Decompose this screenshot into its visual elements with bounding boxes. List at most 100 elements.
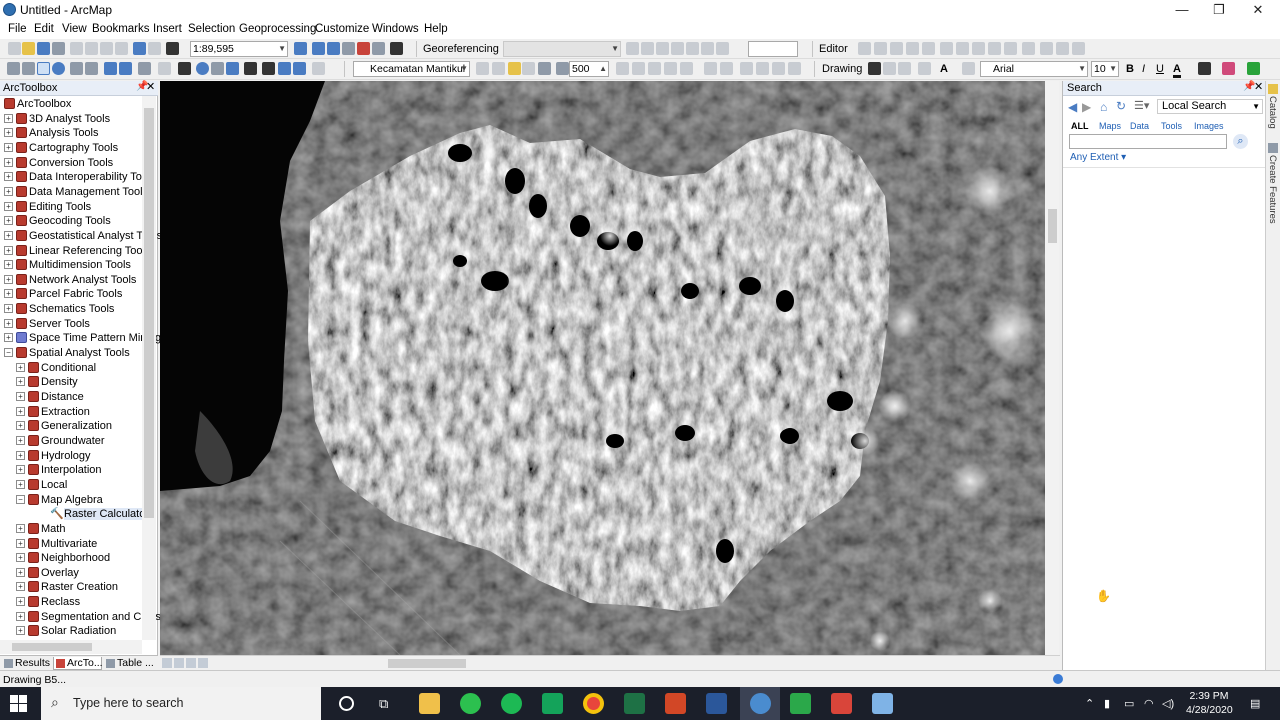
pan-icon[interactable]	[37, 62, 50, 75]
flicker-icon[interactable]	[492, 62, 505, 75]
file-explorer-icon[interactable]	[419, 693, 440, 714]
time-slider-icon[interactable]	[312, 62, 325, 75]
menu-help[interactable]: Help	[424, 23, 448, 35]
expand-toggle-icon[interactable]: +	[4, 128, 13, 138]
options-icon[interactable]: ☰▾	[1134, 99, 1149, 112]
select-features-icon[interactable]	[138, 62, 151, 75]
expand-toggle-icon[interactable]: +	[4, 245, 13, 255]
expand-toggle-icon[interactable]: −	[4, 348, 13, 358]
menu-windows[interactable]: Windows	[372, 23, 419, 35]
create-features-tab[interactable]: Create Features	[1267, 155, 1278, 224]
link-table-icon[interactable]	[686, 42, 699, 55]
taskbar-clock[interactable]: 2:39 PM 4/28/2020	[1186, 689, 1233, 717]
delete-icon[interactable]	[115, 42, 128, 55]
topology-icon[interactable]	[1072, 42, 1085, 55]
rectangle-icon[interactable]	[918, 62, 931, 75]
straight-segment-icon[interactable]	[890, 42, 903, 55]
advanced-edit-icon[interactable]	[704, 62, 717, 75]
font-name-combo[interactable]: Arial ▼	[980, 61, 1088, 77]
close-button[interactable]: ✕	[1238, 0, 1278, 20]
rotate-edit-icon[interactable]	[956, 42, 969, 55]
attributes-icon[interactable]	[972, 42, 985, 55]
arccatalog-icon[interactable]	[872, 693, 893, 714]
line-color-icon[interactable]	[1222, 62, 1235, 75]
expand-toggle-icon[interactable]: +	[4, 113, 13, 123]
word-icon[interactable]	[706, 693, 727, 714]
category-maps[interactable]: Maps	[1099, 121, 1121, 131]
expand-toggle-icon[interactable]: +	[4, 186, 13, 196]
font-color-button[interactable]: A	[1173, 63, 1181, 78]
expand-toggle-icon[interactable]: +	[4, 289, 13, 299]
transparency-icon[interactable]	[522, 62, 535, 75]
forward-extent-icon[interactable]	[119, 62, 132, 75]
select-elements-draw-icon[interactable]	[868, 62, 881, 75]
map-scale-combo[interactable]: 1:89,595 ▼	[190, 41, 288, 57]
georeferencing-layer-combo[interactable]: ▼	[503, 41, 621, 57]
zoom-out-icon[interactable]	[22, 62, 35, 75]
category-images[interactable]: Images	[1194, 121, 1224, 131]
arcmap-icon[interactable]	[750, 693, 771, 714]
powerpoint-icon[interactable]	[665, 693, 686, 714]
map-vertical-scrollbar[interactable]	[1045, 81, 1059, 655]
close-panel-icon[interactable]: ✕	[146, 80, 155, 93]
search-go-icon[interactable]: ⌕	[1233, 134, 1248, 149]
georef-input-box[interactable]	[748, 41, 798, 57]
map-display[interactable]	[160, 81, 1045, 655]
menu-bookmarks[interactable]: Bookmarks	[92, 23, 150, 35]
resolution-icon[interactable]	[556, 62, 569, 75]
create-features-icon[interactable]	[1268, 143, 1278, 153]
expand-toggle-icon[interactable]: +	[4, 142, 13, 152]
go-to-xy-icon[interactable]	[293, 62, 306, 75]
cortana-icon[interactable]	[339, 696, 354, 711]
create-features-icon[interactable]	[1004, 42, 1017, 55]
camtasia-recorder-icon[interactable]	[790, 693, 811, 714]
rotate-draw-icon[interactable]	[883, 62, 896, 75]
html-popup-icon[interactable]	[226, 62, 239, 75]
new-document-icon[interactable]	[8, 42, 21, 55]
expand-toggle-icon[interactable]: +	[16, 553, 25, 563]
pause-drawing-icon[interactable]	[198, 658, 208, 668]
expand-toggle-icon[interactable]: +	[16, 597, 25, 607]
expand-toggle-icon[interactable]: +	[16, 582, 25, 592]
georeferencing-menu[interactable]: Georeferencing	[423, 43, 499, 55]
task-view-icon[interactable]: ⧉	[379, 696, 388, 712]
search-input[interactable]	[1069, 134, 1227, 149]
hyperlink-icon[interactable]	[211, 62, 224, 75]
reshape-icon[interactable]	[1040, 42, 1053, 55]
expand-toggle-icon[interactable]: +	[16, 450, 25, 460]
cut-polygons-icon[interactable]	[1056, 42, 1069, 55]
new-text-icon[interactable]	[962, 62, 975, 75]
expand-toggle-icon[interactable]: +	[16, 435, 25, 445]
catalog-window-icon[interactable]	[327, 42, 340, 55]
redo-icon[interactable]	[148, 42, 161, 55]
measure-icon[interactable]	[244, 62, 257, 75]
expand-toggle-icon[interactable]: +	[4, 172, 13, 182]
camtasia-editor-icon[interactable]	[831, 693, 852, 714]
scale-icon[interactable]	[656, 42, 669, 55]
model-builder-icon[interactable]	[390, 42, 403, 55]
table-of-contents-icon[interactable]	[312, 42, 325, 55]
editor-menu[interactable]: Editor	[819, 43, 848, 55]
forward-arrow-icon[interactable]: ▶	[1082, 100, 1091, 114]
taskbar-search-box[interactable]: ⌕ Type here to search	[41, 687, 321, 720]
menu-file[interactable]: File	[8, 23, 27, 35]
expand-toggle-icon[interactable]: +	[16, 377, 25, 387]
expand-toggle-icon[interactable]: +	[16, 567, 25, 577]
home-icon[interactable]: ⌂	[1100, 100, 1107, 114]
expand-toggle-icon[interactable]: +	[4, 274, 13, 284]
save-icon[interactable]	[37, 42, 50, 55]
add-data-icon[interactable]	[166, 42, 179, 55]
control-points-icon[interactable]	[671, 42, 684, 55]
arctoolbox-icon[interactable]	[357, 42, 370, 55]
menu-view[interactable]: View	[62, 23, 87, 35]
italic-button[interactable]: I	[1142, 63, 1145, 75]
rotate-icon[interactable]	[626, 42, 639, 55]
underline-button[interactable]: U	[1156, 63, 1164, 75]
data-view-icon[interactable]	[174, 658, 184, 668]
expand-toggle-icon[interactable]: +	[16, 362, 25, 372]
edit-annotation-icon[interactable]	[874, 42, 887, 55]
expand-toggle-icon[interactable]: +	[4, 318, 13, 328]
zoom-whole-page-icon[interactable]	[898, 62, 911, 75]
find-route-icon[interactable]	[278, 62, 291, 75]
shift-icon[interactable]	[641, 42, 654, 55]
